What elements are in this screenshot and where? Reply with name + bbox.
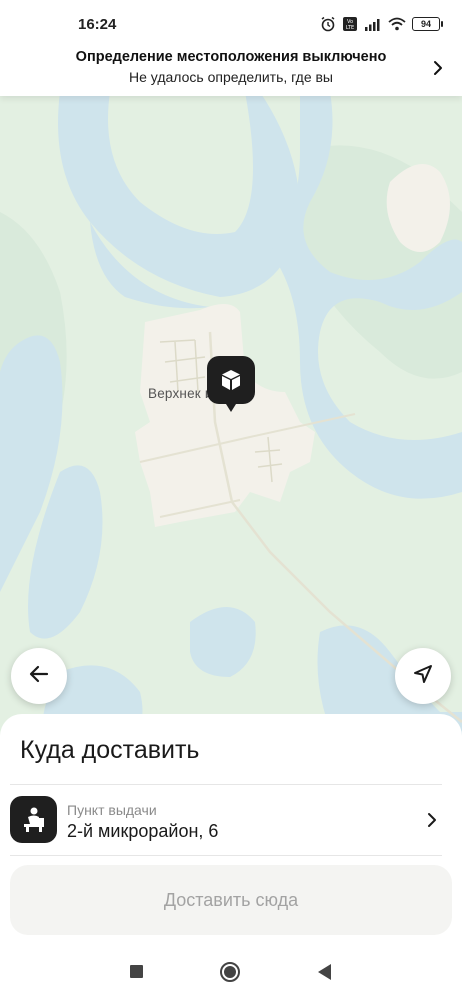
- alarm-icon: [320, 16, 336, 32]
- status-icons: Vo LTE 94: [320, 16, 443, 32]
- battery-level: 94: [420, 19, 431, 29]
- pickup-point-address: 2-й микрорайон, 6: [67, 821, 219, 841]
- my-location-button[interactable]: [395, 648, 451, 704]
- home-circle-icon[interactable]: [220, 962, 240, 982]
- back-button[interactable]: [11, 648, 67, 704]
- signal-icon: [364, 17, 382, 31]
- navigation-arrow-icon: [411, 662, 435, 691]
- location-banner-title: Определение местоположения выключено: [75, 49, 387, 65]
- location-banner-subtitle: Не удалось определить, где вы: [129, 69, 333, 85]
- divider: [10, 784, 442, 785]
- svg-text:LTE: LTE: [346, 25, 354, 31]
- location-disabled-banner[interactable]: Определение местоположения выключено Не …: [0, 42, 462, 96]
- map-view[interactable]: Верхнек ий: [0, 92, 462, 752]
- deliver-here-button[interactable]: Доставить сюда: [10, 865, 452, 935]
- map-terrain: [0, 92, 462, 752]
- pickup-point-icon: [10, 796, 57, 843]
- status-bar: 16:24 Vo LTE 94: [0, 0, 462, 50]
- arrow-left-icon: [27, 662, 51, 691]
- pickup-point-row[interactable]: Пункт выдачи 2-й микрорайон, 6: [0, 786, 462, 856]
- system-nav-bar: [0, 944, 462, 1000]
- battery-icon: 94: [412, 17, 443, 31]
- package-icon[interactable]: [207, 356, 255, 412]
- chevron-right-icon: [424, 810, 440, 830]
- sheet-title: Куда доставить: [20, 736, 200, 764]
- chevron-right-icon: [428, 58, 448, 78]
- divider: [10, 855, 442, 856]
- pickup-point-label: Пункт выдачи: [67, 802, 157, 818]
- wifi-icon: [388, 17, 406, 31]
- volte-icon: Vo LTE: [342, 16, 358, 32]
- recents-square-icon[interactable]: [130, 965, 143, 978]
- status-time: 16:24: [78, 16, 117, 33]
- back-triangle-icon[interactable]: [318, 964, 331, 980]
